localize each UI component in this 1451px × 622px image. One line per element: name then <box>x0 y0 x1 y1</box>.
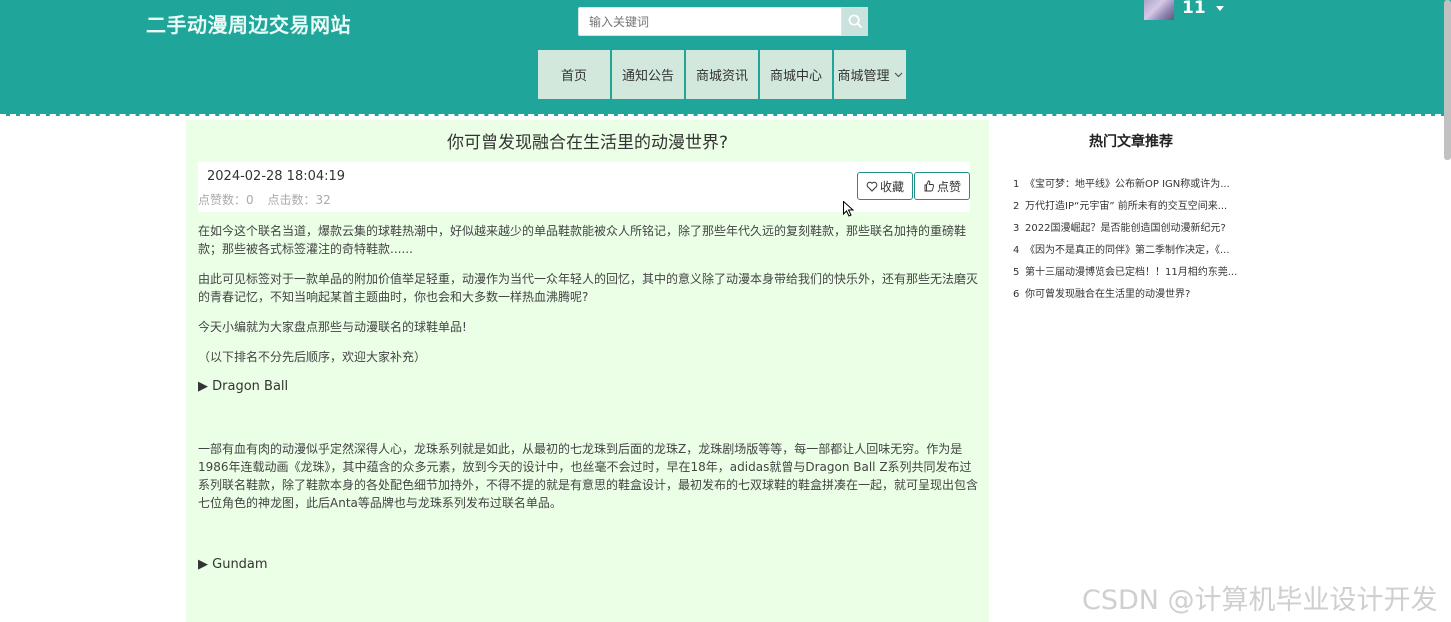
click-count: 点击数：32 <box>267 193 331 207</box>
main-nav: 首页 通知公告 商城资讯 商城中心 商城管理 <box>538 50 906 99</box>
article-stats: 点赞数：0 点击数：32 <box>198 191 341 208</box>
hot-articles-title: 热门文章推荐 <box>1089 134 1173 150</box>
thumbs-up-icon <box>924 180 934 192</box>
favorite-label: 收藏 <box>879 179 904 194</box>
nav-item-label: 商城中心 <box>769 69 822 84</box>
paragraph: 今天小编就为大家盘点那些与动漫联名的球鞋单品! <box>198 320 467 334</box>
article-meta: 2024-02-28 18:04:19 点赞数：0 点击数：32 收藏 点赞 <box>198 162 970 212</box>
search-input[interactable] <box>578 7 842 36</box>
hot-article-item[interactable]: 1 《宝可梦：地平线》公布新OP IGN称或许为... <box>1013 177 1249 199</box>
avatar[interactable] <box>1144 0 1174 20</box>
nav-item-label: 商城管理 <box>837 69 890 84</box>
hot-article-text: 第十三届动漫博览会已定档！！11月相约东莞... <box>1025 267 1238 278</box>
paragraph: 一部有血有肉的动漫似乎定然深得人心，龙珠系列就是如此，从最初的七龙珠到后面的龙珠… <box>198 442 979 510</box>
hot-article-item[interactable]: 3 2022国漫崛起？是否能创造国创动漫新纪元? <box>1013 221 1249 243</box>
hot-article-rank: 2 <box>1013 201 1020 212</box>
article-title: 你可曾发现融合在生活里的动漫世界? <box>446 133 729 153</box>
article-body: 在如今这个联名当道，爆款云集的球鞋热潮中，好似越来越少的单品鞋款能被众人所铭记，… <box>198 222 978 586</box>
hot-article-text: 万代打造IP“元宇宙” 前所未有的交互空间来... <box>1025 201 1228 212</box>
nav-item-mall[interactable]: 商城中心 <box>760 50 832 99</box>
page-scrollbar[interactable] <box>1444 0 1451 160</box>
site-header: 二手动漫周边交易网站 11 首页 通知公告 商城资讯 商城中心 商城管理 <box>0 0 1451 116</box>
favorite-button[interactable]: 收藏 <box>857 172 913 200</box>
nav-item-label: 商城资讯 <box>695 69 748 84</box>
hot-article-text: 你可曾发现融合在生活里的动漫世界? <box>1025 289 1191 300</box>
hot-article-text: 2022国漫崛起？是否能创造国创动漫新纪元? <box>1025 223 1226 234</box>
hot-article-rank: 6 <box>1013 289 1020 300</box>
section-heading: ▶ Dragon Ball <box>198 379 289 394</box>
hot-article-item[interactable]: 5 第十三届动漫博览会已定档！！11月相约东莞... <box>1013 265 1249 287</box>
like-count: 点赞数：0 <box>198 193 254 207</box>
nav-item-management[interactable]: 商城管理 <box>834 50 906 99</box>
nav-item-notices[interactable]: 通知公告 <box>612 50 684 99</box>
hot-articles-list: 1 《宝可梦：地平线》公布新OP IGN称或许为... 2 万代打造IP“元宇宙” … <box>1013 177 1249 309</box>
article-panel: 你可曾发现融合在生活里的动漫世界? 2024-02-28 18:04:19 点赞… <box>186 120 989 622</box>
nav-item-label: 通知公告 <box>621 69 674 84</box>
like-button[interactable]: 点赞 <box>914 172 970 200</box>
paragraph: （以下排名不分先后顺序，欢迎大家补充） <box>198 350 427 364</box>
caret-down-icon[interactable] <box>1216 6 1224 11</box>
hot-article-text: 《因为不是真正的同伴》第二季制作决定，《... <box>1025 245 1230 256</box>
heart-icon <box>866 181 878 192</box>
mouse-pointer-icon <box>843 201 854 217</box>
section-heading: ▶ Gundam <box>198 557 268 572</box>
site-title[interactable]: 二手动漫周边交易网站 <box>146 9 351 38</box>
hot-articles-panel: 热门文章推荐 1 《宝可梦：地平线》公布新OP IGN称或许为... 2 万代打造I… <box>1002 120 1260 319</box>
search-icon <box>848 14 862 29</box>
chevron-down-icon <box>894 72 902 77</box>
hot-article-text: 《宝可梦：地平线》公布新OP IGN称或许为... <box>1025 179 1230 190</box>
hot-article-rank: 1 <box>1013 179 1020 190</box>
hot-article-rank: 5 <box>1013 267 1020 278</box>
search-button[interactable] <box>842 7 868 36</box>
username[interactable]: 11 <box>1182 0 1206 18</box>
nav-item-news[interactable]: 商城资讯 <box>686 50 758 99</box>
search-bar <box>578 7 868 36</box>
nav-item-home[interactable]: 首页 <box>538 50 610 99</box>
hot-article-item[interactable]: 4 《因为不是真正的同伴》第二季制作决定，《... <box>1013 243 1249 265</box>
hot-article-rank: 3 <box>1013 223 1020 234</box>
publish-date: 2024-02-28 18:04:19 <box>207 169 346 184</box>
nav-item-label: 首页 <box>560 69 587 84</box>
hot-article-rank: 4 <box>1013 245 1020 256</box>
paragraph: 在如今这个联名当道，爆款云集的球鞋热潮中，好似越来越少的单品鞋款能被众人所铭记，… <box>198 224 967 256</box>
hot-article-item[interactable]: 6 你可曾发现融合在生活里的动漫世界? <box>1013 287 1249 309</box>
watermark: CSDN @计算机毕业设计开发 <box>1082 585 1438 616</box>
paragraph: 由此可见标签对于一款单品的附加价值举足轻重，动漫作为当代一众年轻人的回忆，其中的… <box>198 272 979 304</box>
hot-article-item[interactable]: 2 万代打造IP“元宇宙” 前所未有的交互空间来... <box>1013 199 1249 221</box>
like-label: 点赞 <box>936 179 961 194</box>
